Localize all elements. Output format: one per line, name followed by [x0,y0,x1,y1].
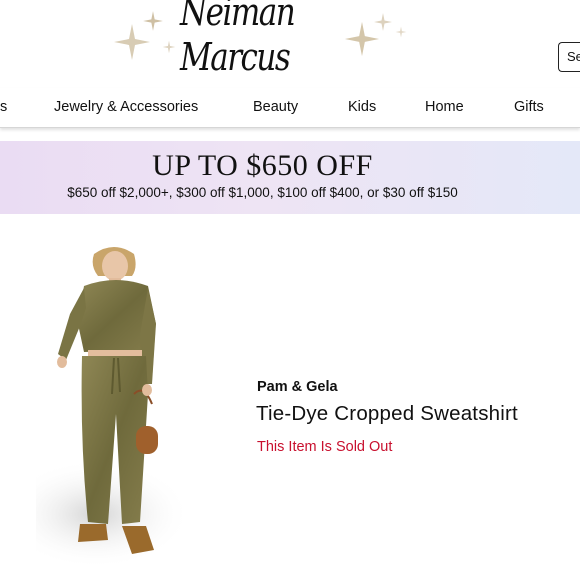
sparkle-icon [162,40,176,54]
brand-logo[interactable]: Neiman Marcus [180,0,340,80]
sparkle-icon [374,13,392,31]
promo-title: UP TO $650 OFF [152,149,373,182]
sparkle-icon [143,11,163,31]
site-header: Neiman Marcus Se [0,0,580,88]
promo-subtitle: $650 off $2,000+, $300 off $1,000, $100 … [67,185,458,200]
sparkle-icon [395,26,407,38]
search-input[interactable]: Se [558,42,580,72]
nav-item-beauty[interactable]: Beauty [253,99,298,115]
main-nav: s Jewelry & Accessories Beauty Kids Home… [0,88,580,128]
product-brand[interactable]: Pam & Gela [257,379,338,395]
nav-item-gifts[interactable]: Gifts [514,99,544,115]
promo-banner[interactable]: UP TO $650 OFF $650 off $2,000+, $300 of… [0,141,580,214]
product-image[interactable] [36,244,241,580]
nav-item-partial[interactable]: s [0,99,7,115]
nav-item-home[interactable]: Home [425,99,464,115]
product-title: Tie-Dye Cropped Sweatshirt [256,402,518,425]
nav-item-jewelry-accessories[interactable]: Jewelry & Accessories [54,99,198,115]
nav-item-kids[interactable]: Kids [348,99,376,115]
sold-out-status: This Item Is Sold Out [257,439,393,455]
